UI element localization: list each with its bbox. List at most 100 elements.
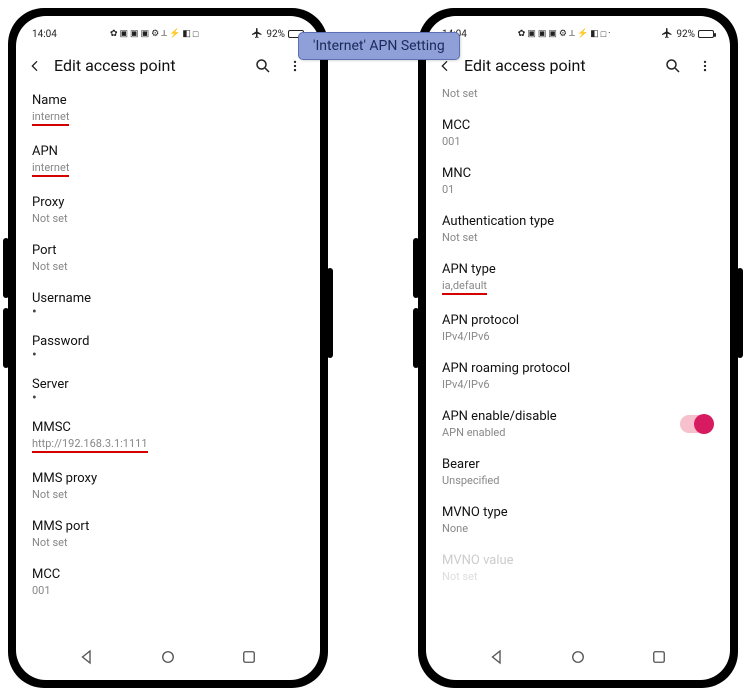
nav-home-button[interactable] [563,648,593,666]
setting-label: MNC [442,166,714,181]
setting-row[interactable]: MCC 001 [32,559,304,607]
setting-label: Username [32,291,304,306]
setting-row[interactable]: Password • [32,326,304,369]
app-bar: Edit access point [426,46,730,85]
setting-row[interactable]: APN typeia,default [442,254,714,305]
setting-row[interactable]: Proxy Not set [32,187,304,235]
nav-home-button[interactable] [153,648,183,666]
settings-list-right[interactable]: Not set MCC 001 MNC 01 Authentication type Not… [426,85,730,640]
search-button[interactable] [252,57,274,75]
setting-label: Name [32,93,304,108]
setting-label: MVNO value [442,553,714,568]
setting-value: Unspecified [442,474,714,487]
setting-label: Authentication type [442,214,714,229]
setting-row[interactable]: MNC 01 [442,158,714,206]
page-title: Edit access point [54,56,242,75]
setting-row[interactable]: Bearer Unspecified [442,449,714,497]
setting-value: 001 [442,135,714,148]
setting-row[interactable]: Username • [32,283,304,326]
setting-value: 01 [442,183,714,196]
setting-value: Not set [32,260,304,273]
setting-value: • [32,394,304,402]
setting-label: Bearer [442,457,714,472]
setting-label: MMS proxy [32,471,304,486]
status-icon: ⚙ [559,29,567,39]
setting-row[interactable]: Authentication type Not set [442,206,714,254]
setting-value: APN enabled [442,426,557,439]
setting-row[interactable]: Port Not set [32,235,304,283]
side-button [3,308,9,368]
nav-back-button[interactable] [72,648,102,666]
setting-row[interactable]: APN protocolIPv4/IPv6 [442,305,714,353]
setting-row[interactable]: MVNO typeNone [442,497,714,545]
setting-label: APN enable/disable [442,409,557,424]
setting-value: IPv4/IPv6 [442,378,714,391]
setting-value: Not set [442,231,714,244]
nav-recent-button[interactable] [234,648,264,666]
phone-frame-right: 14:04 ✿ ▣ ▣ ▣ ⚙ ⟂ ⚡ ◧ □ · [418,8,738,688]
setting-label: MMS port [32,519,304,534]
setting-row[interactable]: Not set [442,87,714,110]
toggle-switch[interactable] [680,415,714,433]
setting-value: Not set [32,212,304,225]
setting-label: MCC [32,567,304,582]
gear-icon: ✿ [110,29,118,39]
side-button [413,238,419,298]
setting-value: • [32,308,304,316]
system-nav-bar [16,640,320,680]
setting-label: Port [32,243,304,258]
setting-value: Not set [32,488,304,501]
setting-label: APN roaming protocol [442,361,714,376]
status-icon: ⚙ [151,29,159,39]
setting-value: • [32,351,304,359]
side-button [327,268,333,358]
page-title: Edit access point [464,56,652,75]
back-button[interactable] [26,58,44,74]
phone-screen-left: 14:04 ✿ ▣ ▣ ▣ ⚙ ⟂ ⚡ ◧ □ 92% [16,16,320,680]
search-button[interactable] [662,57,684,75]
setting-label: MCC [442,118,714,133]
setting-label: APN [32,144,304,159]
battery-percent: 92% [266,29,285,40]
status-icon: ▣ [538,29,547,39]
status-icon: · [608,29,610,39]
setting-value: internet [32,161,304,177]
status-icon: ⟂ [161,29,167,39]
setting-row[interactable]: APN roaming protocol IPv4/IPv6 [442,353,714,401]
setting-row[interactable]: APN enable/disable APN enabled [442,401,714,449]
setting-value: ia,default [442,279,714,295]
setting-value: 001 [32,584,304,597]
status-icon: ⚡ [577,29,588,39]
side-button [413,308,419,368]
status-icon: ▣ [548,29,557,39]
nav-back-button[interactable] [482,648,512,666]
setting-row[interactable]: MMS port Not set [32,511,304,559]
setting-row[interactable]: MMSChttp://192.168.3.1:1111 [32,412,304,463]
side-button [3,238,9,298]
status-icon: □ [601,29,606,40]
status-icon: ▣ [141,29,150,39]
battery-percent: 92% [676,29,695,40]
nav-recent-button[interactable] [644,648,674,666]
battery-icon [698,30,714,38]
gear-icon: ✿ [518,29,526,39]
status-bar: 14:04 ✿ ▣ ▣ ▣ ⚙ ⟂ ⚡ ◧ □ 92% [16,22,320,46]
status-icon: ⟂ [569,29,575,39]
setting-row[interactable]: MMS proxy Not set [32,463,304,511]
setting-row[interactable]: Nameinternet [32,85,304,136]
settings-list-left[interactable]: Nameinternet APN internet Proxy Not set Port N… [16,85,320,640]
setting-value: Not set [32,536,304,549]
phone-screen-right: 14:04 ✿ ▣ ▣ ▣ ⚙ ⟂ ⚡ ◧ □ · [426,16,730,680]
setting-label: Proxy [32,195,304,210]
setting-label: Password [32,334,304,349]
side-button [737,268,743,358]
status-icon: ▣ [130,29,139,39]
setting-row[interactable]: MCC 001 [442,110,714,158]
setting-row[interactable]: MVNO valueNot set [442,545,714,593]
status-time: 14:04 [32,29,57,40]
status-icon: ▣ [527,29,536,39]
more-button[interactable] [694,57,716,75]
setting-row[interactable]: APN internet [32,136,304,187]
setting-row[interactable]: Server• [32,369,304,412]
setting-label: MVNO type [442,505,714,520]
